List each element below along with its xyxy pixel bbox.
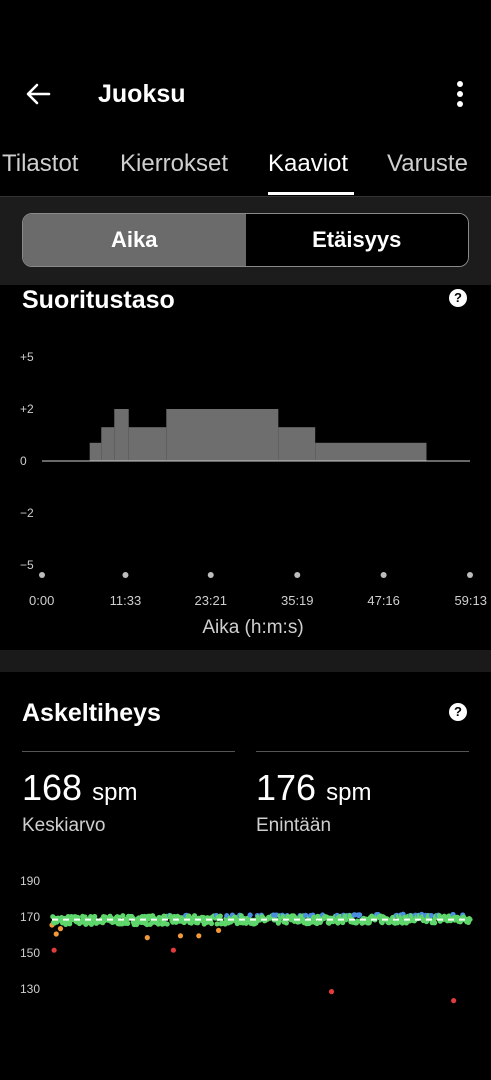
y-tick-label: 170 <box>20 910 40 924</box>
y-tick-label: 150 <box>20 946 40 960</box>
cadence-point <box>357 912 363 918</box>
performance-bar <box>166 409 279 461</box>
cadence-outlier-point <box>215 927 222 933</box>
performance-bar <box>101 427 115 461</box>
cadence-point <box>208 920 215 927</box>
cadence-outlier-point <box>177 933 184 939</box>
y-tick-label: −2 <box>20 506 34 520</box>
x-tick-label: 0:00 <box>29 593 54 608</box>
y-tick-label: 190 <box>20 874 40 888</box>
segment-aika[interactable]: Aika <box>23 214 246 266</box>
performance-chart: +5+20−2−5 0:00 11:33 23:21 35:19 47:16 59:13 … <box>20 350 487 638</box>
back-arrow-icon[interactable] <box>22 78 54 110</box>
page-title: Juoksu <box>98 80 186 108</box>
performance-title: Suoritustaso <box>22 286 175 314</box>
cadence-point <box>431 920 438 926</box>
avg-cadence-unit: spm <box>92 779 138 806</box>
cadence-outlier-point <box>51 947 57 953</box>
cadence-help-icon[interactable]: ? <box>449 703 467 721</box>
y-tick-label: +5 <box>20 350 34 364</box>
x-tick-dot <box>39 572 45 578</box>
tab-tilastot[interactable]: Tilastot <box>2 148 78 180</box>
cadence-outlier-point <box>196 933 202 939</box>
tab-varuste[interactable]: Varuste <box>387 148 468 180</box>
segmented-control: Aika Etäisyys <box>22 213 469 267</box>
segment-etaisyys[interactable]: Etäisyys <box>245 214 468 266</box>
cadence-outlier-point <box>57 926 64 932</box>
cadence-outlier-point <box>328 989 335 995</box>
x-tick-label: 59:13 <box>454 593 487 608</box>
cadence-point <box>164 921 170 927</box>
cadence-point <box>217 913 223 919</box>
performance-help-icon[interactable]: ? <box>449 289 467 307</box>
performance-bar <box>278 427 316 461</box>
performance-bar <box>114 409 129 461</box>
stat-divider-avg <box>22 751 235 752</box>
x-tick-label: 11:33 <box>110 593 142 608</box>
x-tick-label: 23:21 <box>194 593 227 608</box>
y-tick-label: 130 <box>20 982 40 996</box>
cadence-point <box>247 912 253 918</box>
avg-cadence-label: Keskiarvo <box>22 815 106 836</box>
cadence-point <box>283 920 289 926</box>
x-tick-dot <box>380 572 387 578</box>
max-cadence-unit: spm <box>326 779 372 806</box>
max-cadence-label: Enintään <box>256 815 332 836</box>
avg-cadence: 168 spm <box>22 768 137 813</box>
cadence-title: Askeltiheys <box>22 699 161 727</box>
y-tick-label: +2 <box>20 402 34 416</box>
x-tick-dot <box>122 572 129 578</box>
avg-cadence-value: 168 <box>22 767 83 808</box>
x-tick-dot <box>294 572 301 578</box>
x-axis-label: Aika (h:m:s) <box>202 617 303 638</box>
cadence-outlier-point <box>144 935 150 941</box>
x-tick-dot <box>467 572 473 578</box>
tab-kaaviot[interactable]: Kaaviot <box>268 148 348 180</box>
cadence-chart: 190 170 150 130 <box>20 874 473 1004</box>
performance-bar <box>89 442 102 461</box>
y-tick-label: 0 <box>20 454 27 468</box>
more-options-icon[interactable] <box>448 78 472 110</box>
y-tick-label: −5 <box>20 558 34 572</box>
x-tick-label: 47:16 <box>367 593 400 608</box>
x-tick-dot <box>207 572 214 578</box>
performance-bar <box>128 427 167 461</box>
section-separator <box>0 650 491 672</box>
tab-kierrokset[interactable]: Kierrokset <box>120 148 228 180</box>
active-tab-indicator <box>268 192 354 195</box>
cadence-outlier-point <box>451 998 457 1004</box>
max-cadence: 176 spm <box>256 768 371 813</box>
cadence-outlier-point <box>170 947 177 953</box>
x-tick-label: 35:19 <box>281 593 314 608</box>
max-cadence-value: 176 <box>256 767 317 808</box>
cadence-outlier-point <box>53 931 59 937</box>
stat-divider-max <box>256 751 469 752</box>
performance-bar <box>315 442 427 461</box>
cadence-point <box>125 920 131 926</box>
cadence-point <box>467 916 473 923</box>
